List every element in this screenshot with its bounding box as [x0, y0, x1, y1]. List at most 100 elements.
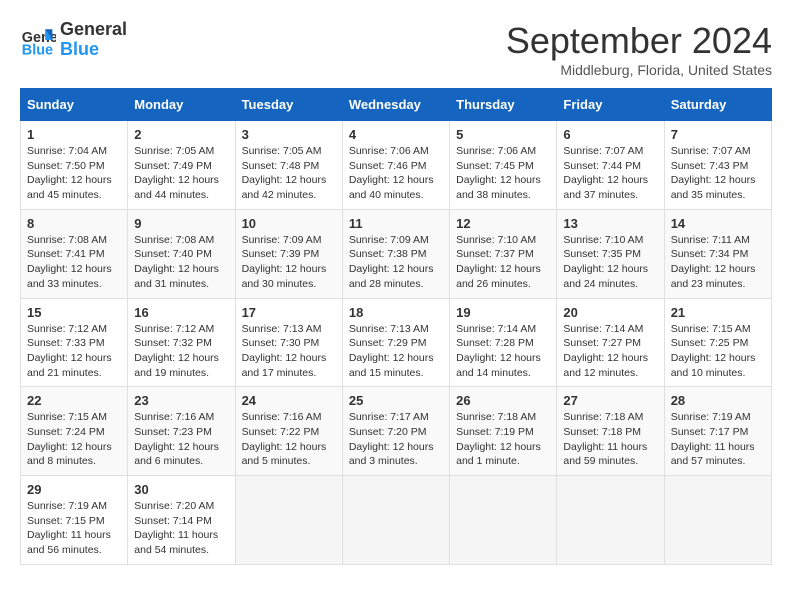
calendar-cell: [664, 476, 771, 565]
cell-content: Sunrise: 7:10 AMSunset: 7:37 PMDaylight:…: [456, 233, 550, 292]
calendar-cell: [235, 476, 342, 565]
calendar-cell: 7 Sunrise: 7:07 AMSunset: 7:43 PMDaylight…: [664, 121, 771, 210]
day-number: 22: [27, 393, 121, 408]
calendar-cell: 9 Sunrise: 7:08 AMSunset: 7:40 PMDaylight…: [128, 209, 235, 298]
calendar-cell: [450, 476, 557, 565]
day-number: 19: [456, 305, 550, 320]
calendar-cell: 11 Sunrise: 7:09 AMSunset: 7:38 PMDayligh…: [342, 209, 449, 298]
cell-content: Sunrise: 7:14 AMSunset: 7:28 PMDaylight:…: [456, 322, 550, 381]
day-number: 12: [456, 216, 550, 231]
calendar-cell: 5 Sunrise: 7:06 AMSunset: 7:45 PMDaylight…: [450, 121, 557, 210]
cell-content: Sunrise: 7:09 AMSunset: 7:38 PMDaylight:…: [349, 233, 443, 292]
calendar-cell: 25 Sunrise: 7:17 AMSunset: 7:20 PMDayligh…: [342, 387, 449, 476]
cell-content: Sunrise: 7:11 AMSunset: 7:34 PMDaylight:…: [671, 233, 765, 292]
day-number: 7: [671, 127, 765, 142]
day-number: 8: [27, 216, 121, 231]
calendar-cell: 4Sunrise: 7:06 AMSunset: 7:46 PMDaylight…: [342, 121, 449, 210]
calendar-cell: 21 Sunrise: 7:15 AMSunset: 7:25 PMDayligh…: [664, 298, 771, 387]
calendar-cell: 30 Sunrise: 7:20 AMSunset: 7:14 PMDayligh…: [128, 476, 235, 565]
calendar-cell: 23 Sunrise: 7:16 AMSunset: 7:23 PMDayligh…: [128, 387, 235, 476]
calendar-cell: 28 Sunrise: 7:19 AMSunset: 7:17 PMDayligh…: [664, 387, 771, 476]
calendar-cell: 14 Sunrise: 7:11 AMSunset: 7:34 PMDayligh…: [664, 209, 771, 298]
calendar-header-saturday: Saturday: [664, 89, 771, 121]
cell-content: Sunrise: 7:15 AMSunset: 7:25 PMDaylight:…: [671, 322, 765, 381]
calendar-cell: 2Sunrise: 7:05 AMSunset: 7:49 PMDaylight…: [128, 121, 235, 210]
calendar-cell: 16 Sunrise: 7:12 AMSunset: 7:32 PMDayligh…: [128, 298, 235, 387]
calendar-header-row: SundayMondayTuesdayWednesdayThursdayFrid…: [21, 89, 772, 121]
calendar-header-wednesday: Wednesday: [342, 89, 449, 121]
cell-content: Sunrise: 7:05 AMSunset: 7:49 PMDaylight:…: [134, 144, 228, 203]
calendar-header-thursday: Thursday: [450, 89, 557, 121]
calendar-cell: 15Sunrise: 7:12 AMSunset: 7:33 PMDayligh…: [21, 298, 128, 387]
cell-content: Sunrise: 7:06 AMSunset: 7:45 PMDaylight:…: [456, 144, 550, 203]
logo-icon: General Blue: [20, 22, 56, 58]
cell-content: Sunrise: 7:13 AMSunset: 7:29 PMDaylight:…: [349, 322, 443, 381]
title-block: September 2024 Middleburg, Florida, Unit…: [506, 20, 772, 78]
cell-content: Sunrise: 7:04 AMSunset: 7:50 PMDaylight:…: [27, 144, 121, 203]
calendar-week-row: 1 Sunrise: 7:04 AMSunset: 7:50 PMDaylight…: [21, 121, 772, 210]
day-number: 26: [456, 393, 550, 408]
calendar-week-row: 15Sunrise: 7:12 AMSunset: 7:33 PMDayligh…: [21, 298, 772, 387]
calendar-header-friday: Friday: [557, 89, 664, 121]
day-number: 11: [349, 216, 443, 231]
day-number: 30: [134, 482, 228, 497]
day-number: 1: [27, 127, 121, 142]
calendar-cell: 17Sunrise: 7:13 AMSunset: 7:30 PMDayligh…: [235, 298, 342, 387]
day-number: 25: [349, 393, 443, 408]
day-number: 29: [27, 482, 121, 497]
calendar-week-row: 29Sunrise: 7:19 AMSunset: 7:15 PMDayligh…: [21, 476, 772, 565]
cell-content: Sunrise: 7:20 AMSunset: 7:14 PMDaylight:…: [134, 499, 228, 558]
svg-text:Blue: Blue: [22, 42, 53, 58]
day-number: 21: [671, 305, 765, 320]
cell-content: Sunrise: 7:09 AMSunset: 7:39 PMDaylight:…: [242, 233, 336, 292]
calendar-cell: 27Sunrise: 7:18 AMSunset: 7:18 PMDayligh…: [557, 387, 664, 476]
day-number: 10: [242, 216, 336, 231]
day-number: 5: [456, 127, 550, 142]
calendar-cell: [557, 476, 664, 565]
calendar-cell: 13 Sunrise: 7:10 AMSunset: 7:35 PMDayligh…: [557, 209, 664, 298]
month-title: September 2024: [506, 20, 772, 62]
calendar-cell: 6 Sunrise: 7:07 AMSunset: 7:44 PMDaylight…: [557, 121, 664, 210]
calendar-table: SundayMondayTuesdayWednesdayThursdayFrid…: [20, 88, 772, 565]
cell-content: Sunrise: 7:16 AMSunset: 7:22 PMDaylight:…: [242, 410, 336, 469]
calendar-cell: 19 Sunrise: 7:14 AMSunset: 7:28 PMDayligh…: [450, 298, 557, 387]
calendar-week-row: 8 Sunrise: 7:08 AMSunset: 7:41 PMDaylight…: [21, 209, 772, 298]
cell-content: Sunrise: 7:07 AMSunset: 7:43 PMDaylight:…: [671, 144, 765, 203]
cell-content: Sunrise: 7:14 AMSunset: 7:27 PMDaylight:…: [563, 322, 657, 381]
day-number: 16: [134, 305, 228, 320]
day-number: 18: [349, 305, 443, 320]
calendar-header-tuesday: Tuesday: [235, 89, 342, 121]
day-number: 24: [242, 393, 336, 408]
cell-content: Sunrise: 7:08 AMSunset: 7:41 PMDaylight:…: [27, 233, 121, 292]
day-number: 17: [242, 305, 336, 320]
cell-content: Sunrise: 7:06 AMSunset: 7:46 PMDaylight:…: [349, 144, 443, 203]
cell-content: Sunrise: 7:18 AMSunset: 7:18 PMDaylight:…: [563, 410, 657, 469]
day-number: 6: [563, 127, 657, 142]
logo-text: General Blue: [60, 20, 127, 60]
day-number: 9: [134, 216, 228, 231]
calendar-cell: 3 Sunrise: 7:05 AMSunset: 7:48 PMDaylight…: [235, 121, 342, 210]
day-number: 13: [563, 216, 657, 231]
calendar-cell: 22Sunrise: 7:15 AMSunset: 7:24 PMDayligh…: [21, 387, 128, 476]
day-number: 23: [134, 393, 228, 408]
calendar-cell: 8 Sunrise: 7:08 AMSunset: 7:41 PMDaylight…: [21, 209, 128, 298]
day-number: 28: [671, 393, 765, 408]
calendar-cell: 20 Sunrise: 7:14 AMSunset: 7:27 PMDayligh…: [557, 298, 664, 387]
calendar-week-row: 22Sunrise: 7:15 AMSunset: 7:24 PMDayligh…: [21, 387, 772, 476]
cell-content: Sunrise: 7:16 AMSunset: 7:23 PMDaylight:…: [134, 410, 228, 469]
cell-content: Sunrise: 7:10 AMSunset: 7:35 PMDaylight:…: [563, 233, 657, 292]
cell-content: Sunrise: 7:05 AMSunset: 7:48 PMDaylight:…: [242, 144, 336, 203]
cell-content: Sunrise: 7:12 AMSunset: 7:32 PMDaylight:…: [134, 322, 228, 381]
calendar-cell: 10 Sunrise: 7:09 AMSunset: 7:39 PMDayligh…: [235, 209, 342, 298]
cell-content: Sunrise: 7:18 AMSunset: 7:19 PMDaylight:…: [456, 410, 550, 469]
cell-content: Sunrise: 7:19 AMSunset: 7:17 PMDaylight:…: [671, 410, 765, 469]
cell-content: Sunrise: 7:07 AMSunset: 7:44 PMDaylight:…: [563, 144, 657, 203]
day-number: 14: [671, 216, 765, 231]
day-number: 20: [563, 305, 657, 320]
cell-content: Sunrise: 7:08 AMSunset: 7:40 PMDaylight:…: [134, 233, 228, 292]
cell-content: Sunrise: 7:12 AMSunset: 7:33 PMDaylight:…: [27, 322, 121, 381]
calendar-cell: 29Sunrise: 7:19 AMSunset: 7:15 PMDayligh…: [21, 476, 128, 565]
cell-content: Sunrise: 7:17 AMSunset: 7:20 PMDaylight:…: [349, 410, 443, 469]
day-number: 3: [242, 127, 336, 142]
page-header: General Blue General Blue September 2024…: [20, 20, 772, 78]
